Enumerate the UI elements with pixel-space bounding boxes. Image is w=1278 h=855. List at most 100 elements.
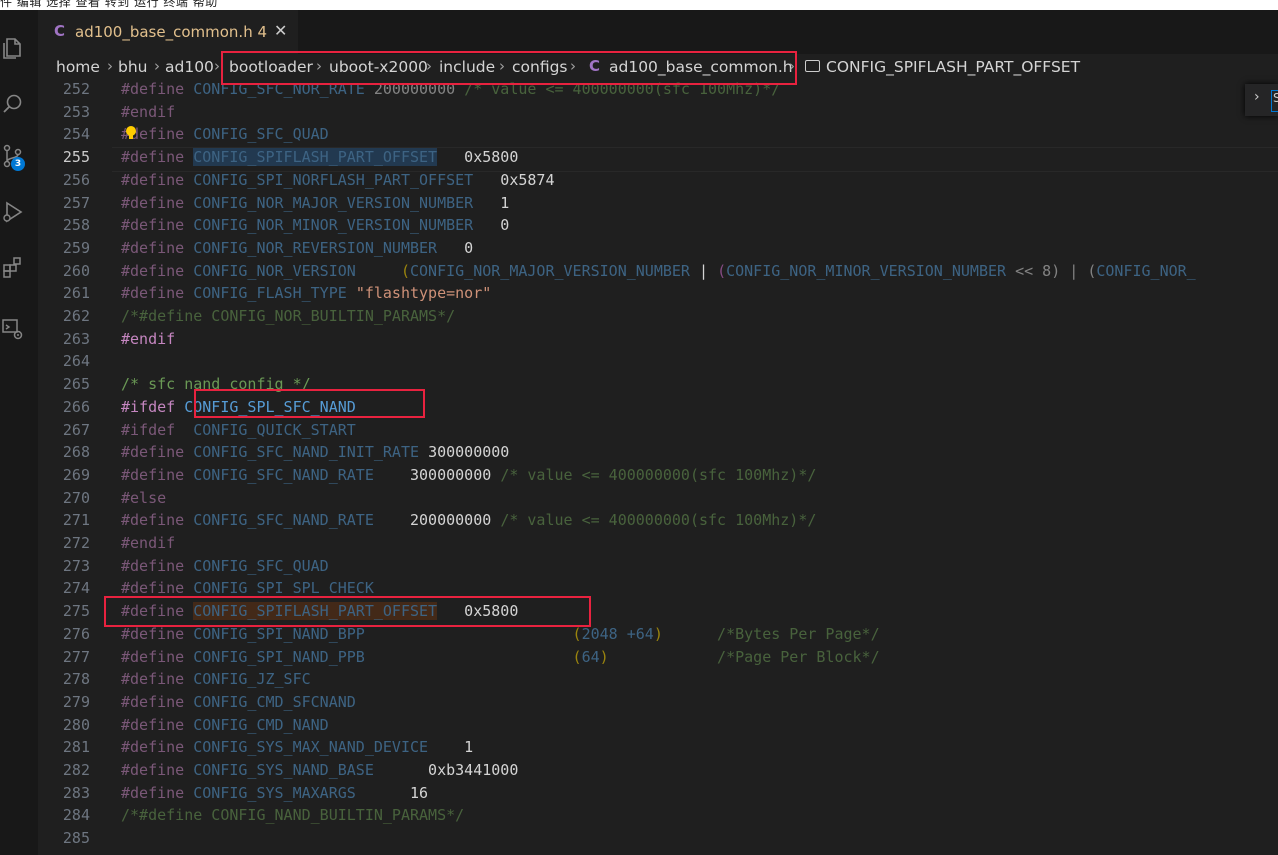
code-line[interactable]: 252 #define CONFIG_SFC_NOR_RATE 200000000…: [38, 80, 1278, 101]
code-line[interactable]: 274 #define CONFIG_SPI_SPL_CHECK: [38, 577, 1278, 600]
line-number: 269: [62, 465, 90, 484]
code-token: 0x5800: [437, 148, 519, 167]
code-line[interactable]: 267 #ifdef CONFIG_QUICK_START: [38, 419, 1278, 442]
code-line[interactable]: 269 #define CONFIG_SFC_NAND_RATE 30000000…: [38, 464, 1278, 487]
chevron-right-icon: ›: [789, 57, 795, 75]
remote-explorer-icon[interactable]: [0, 315, 26, 343]
menu-bar[interactable]: 件 编辑 选择 查看 转到 运行 终端 帮助: [0, 0, 1278, 10]
code-line[interactable]: 278 #define CONFIG_JZ_SFC: [38, 668, 1278, 691]
code-text: #define CONFIG_SFC_QUAD: [121, 555, 329, 578]
code-line[interactable]: 268 #define CONFIG_SFC_NAND_INIT_RATE 300…: [38, 441, 1278, 464]
code-line[interactable]: 253 #endif: [38, 101, 1278, 124]
line-number: 273: [62, 556, 90, 575]
line-number: 261: [62, 284, 90, 303]
code-token: (: [717, 261, 727, 280]
code-token: /*#define CONFIG_NAND_BUILTIN_PARAMS*/: [121, 806, 465, 825]
code-token: #define: [121, 261, 194, 280]
find-input[interactable]: S: [1271, 90, 1278, 112]
line-number: 284: [62, 806, 90, 825]
code-text: #define CONFIG_SFC_NAND_RATE 200000000 /…: [121, 509, 816, 532]
chevron-right-icon: ›: [107, 57, 113, 75]
code-line[interactable]: 257 #define CONFIG_NOR_MAJOR_VERSION_NUMB…: [38, 192, 1278, 215]
code-token: CONFIG_SFC_QUAD: [193, 556, 329, 575]
code-line[interactable]: 259 #define CONFIG_NOR_REVERSION_NUMBER 0: [38, 237, 1278, 260]
code-line[interactable]: 256 #define CONFIG_SPI_NORFLASH_PART_OFFS…: [38, 169, 1278, 192]
code-token: #define: [121, 602, 194, 621]
code-token: CONFIG_SPIFLASH_PART_OFFSET: [193, 148, 438, 167]
code-token: #define: [121, 216, 194, 235]
code-line[interactable]: 270 #else: [38, 487, 1278, 510]
chevron-right-icon: ›: [316, 57, 322, 75]
code-token: #define: [121, 783, 194, 802]
code-line[interactable]: 260 #define CONFIG_NOR_VERSION (CONFIG_NO…: [38, 260, 1278, 283]
breadcrumb-include[interactable]: include: [439, 58, 495, 76]
run-debug-icon[interactable]: [0, 198, 26, 226]
code-line[interactable]: 275 #define CONFIG_SPIFLASH_PART_OFFSET 0…: [38, 600, 1278, 623]
code-line[interactable]: 284 /*#define CONFIG_NAND_BUILTIN_PARAMS*…: [38, 804, 1278, 827]
code-token: #define: [121, 80, 194, 98]
code-line[interactable]: 281 #define CONFIG_SYS_MAX_NAND_DEVICE 1: [38, 736, 1278, 759]
code-line[interactable]: 279 #define CONFIG_CMD_SFCNAND: [38, 691, 1278, 714]
code-editor[interactable]: 252 #define CONFIG_SFC_NOR_RATE 200000000…: [38, 80, 1278, 855]
code-line[interactable]: 285: [38, 827, 1278, 850]
tab-title: ad100_base_common.h 4: [75, 23, 268, 41]
find-widget[interactable]: › S: [1245, 84, 1278, 116]
chevron-right-icon: ›: [154, 57, 160, 75]
code-token: #define: [121, 556, 194, 575]
extensions-icon[interactable]: [0, 254, 26, 282]
code-line[interactable]: 258 #define CONFIG_NOR_MINOR_VERSION_NUMB…: [38, 214, 1278, 237]
code-line[interactable]: 283 #define CONFIG_SYS_MAXARGS 16: [38, 782, 1278, 805]
code-line[interactable]: 271 #define CONFIG_SFC_NAND_RATE 20000000…: [38, 509, 1278, 532]
code-line[interactable]: 262 /*#define CONFIG_NOR_BUILTIN_PARAMS*/: [38, 305, 1278, 328]
code-token: 2048 +64: [581, 624, 654, 643]
breadcrumb-configs[interactable]: configs: [512, 58, 568, 76]
lightbulb-icon[interactable]: [126, 126, 136, 139]
files-icon[interactable]: [0, 34, 26, 62]
code-line[interactable]: 272 #endif: [38, 532, 1278, 555]
menu-bar-text[interactable]: 件 编辑 选择 查看 转到 运行 终端 帮助: [0, 0, 218, 10]
search-icon[interactable]: [0, 90, 26, 118]
breadcrumb-bootloader[interactable]: bootloader: [229, 58, 313, 76]
code-token: CONFIG_SPI_SPL_CHECK: [193, 579, 374, 598]
code-text: #define CONFIG_SYS_MAXARGS 16: [121, 782, 428, 805]
close-icon[interactable]: ✕: [274, 21, 287, 40]
code-text: #define CONFIG_NOR_MINOR_VERSION_NUMBER …: [121, 214, 509, 237]
code-line[interactable]: 273 #define CONFIG_SFC_QUAD: [38, 555, 1278, 578]
breadcrumb-symbol[interactable]: CONFIG_SPIFLASH_PART_OFFSET: [826, 58, 1080, 76]
code-token: #define: [121, 761, 194, 779]
code-line[interactable]: 264: [38, 350, 1278, 373]
symbol-constant-icon: [805, 60, 820, 72]
chevron-right-icon: ›: [214, 57, 220, 75]
code-line[interactable]: 254 #define CONFIG_SFC_QUAD: [38, 123, 1278, 146]
code-line[interactable]: 255 #define CONFIG_SPIFLASH_PART_OFFSET 0…: [38, 146, 1278, 169]
line-number: 254: [62, 125, 90, 144]
code-line[interactable]: 282 #define CONFIG_SYS_NAND_BASE 0xb34410…: [38, 759, 1278, 782]
code-token: #endif: [121, 534, 176, 552]
breadcrumb-uboot-x2000[interactable]: uboot-x2000: [329, 58, 428, 76]
code-token: CONFIG_SPL_SFC_NAND: [184, 397, 356, 416]
code-line[interactable]: 261 #define CONFIG_FLASH_TYPE "flashtype=…: [38, 282, 1278, 305]
line-number: 280: [62, 715, 90, 734]
tab-ad100-base-common[interactable]: C ad100_base_common.h 4 ✕: [38, 10, 298, 54]
code-token: CONFIG_CMD_NAND: [193, 715, 329, 734]
line-number: 264: [62, 352, 90, 371]
code-line[interactable]: 277 #define CONFIG_SPI_NAND_PPB (64) /*Pa…: [38, 646, 1278, 669]
code-line[interactable]: 280 #define CONFIG_CMD_NAND: [38, 714, 1278, 737]
chevron-right-icon[interactable]: ›: [1254, 89, 1260, 105]
code-line[interactable]: 263 #endif: [38, 328, 1278, 351]
breadcrumb-file[interactable]: ad100_base_common.h: [609, 58, 793, 76]
c-file-icon: C: [54, 22, 66, 40]
breadcrumb-ad100[interactable]: ad100: [165, 58, 214, 76]
code-token: #define: [121, 443, 194, 462]
line-number: 252: [62, 80, 90, 98]
code-token: /* sfc nand config */: [121, 375, 311, 394]
code-line[interactable]: 266 #ifdef CONFIG_SPL_SFC_NAND: [38, 396, 1278, 419]
code-token: /* value <= 400000000(sfc 100Mhz)*/: [500, 511, 817, 530]
code-token: CONFIG_NOR_MAJOR_VERSION_NUMBER: [193, 193, 474, 212]
code-text: #define CONFIG_NOR_MAJOR_VERSION_NUMBER …: [121, 192, 509, 215]
code-token: "flashtype=nor": [355, 284, 492, 303]
code-line[interactable]: 265 /* sfc nand config */: [38, 373, 1278, 396]
breadcrumb-home[interactable]: home: [56, 58, 100, 76]
code-line[interactable]: 276 #define CONFIG_SPI_NAND_BPP (2048 +64…: [38, 623, 1278, 646]
breadcrumb-bhu[interactable]: bhu: [118, 58, 148, 76]
